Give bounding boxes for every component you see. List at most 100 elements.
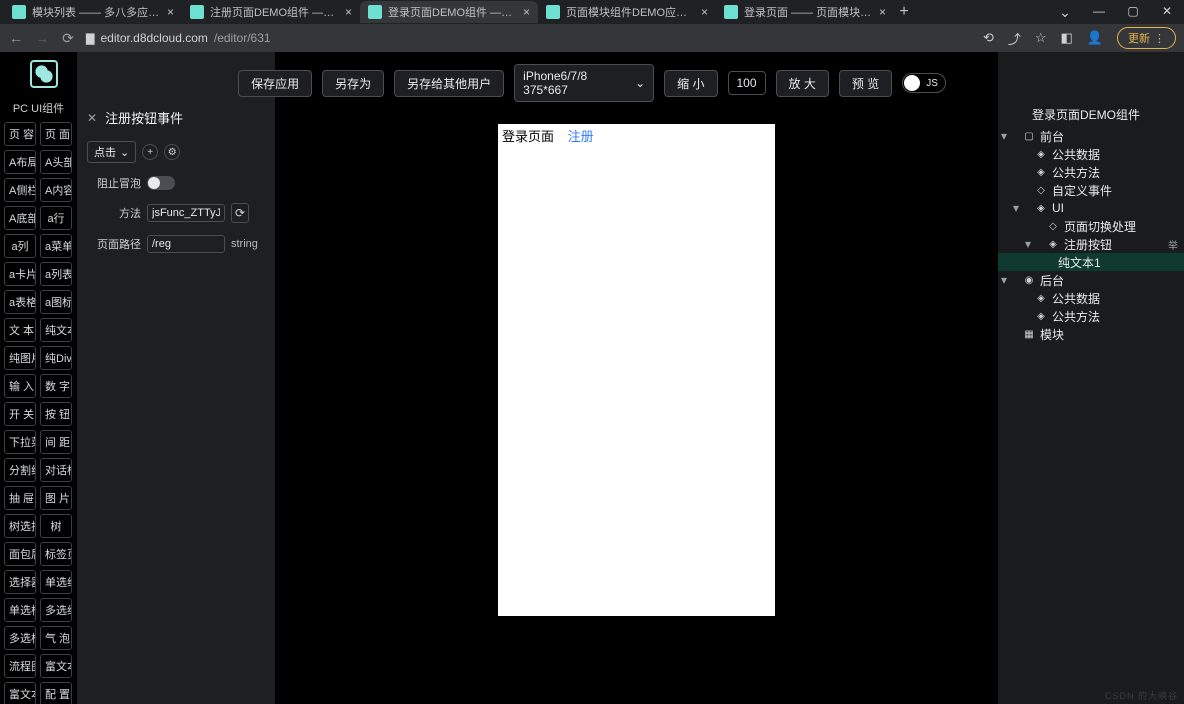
palette-chip[interactable]: a表格 xyxy=(4,290,36,314)
tree-node-text1[interactable]: 纯文本1 xyxy=(998,253,1184,271)
zoom-in-button[interactable]: 放 大 xyxy=(776,70,829,97)
palette-chip[interactable]: 树 xyxy=(40,514,72,538)
close-icon[interactable]: ✕ xyxy=(87,111,97,125)
palette-chip[interactable]: 输 入 xyxy=(4,374,36,398)
browser-tab-active[interactable]: 登录页面DEMO组件 —— 多八多× xyxy=(360,1,538,23)
tree-node-custom-event[interactable]: ◇自定义事件 xyxy=(998,181,1184,199)
forward-icon[interactable]: → xyxy=(34,30,50,46)
chevron-down-icon[interactable]: ⌄ xyxy=(1048,4,1082,21)
device-frame[interactable]: 登录页面 注册 xyxy=(498,124,775,616)
panel-icon[interactable]: ◧ xyxy=(1061,30,1073,46)
palette-chip[interactable]: 多选组 xyxy=(40,598,72,622)
palette-chip[interactable]: 树选择 xyxy=(4,514,36,538)
close-icon[interactable]: × xyxy=(701,5,708,19)
save-button[interactable]: 保存应用 xyxy=(238,70,312,97)
palette-chip[interactable]: 标签页 xyxy=(40,542,72,566)
tree-node-register-button[interactable]: ▾◈注册按钮举 xyxy=(998,235,1184,253)
palette-chip[interactable]: 数 字 xyxy=(40,374,72,398)
palette-chip[interactable]: 选择器 xyxy=(4,570,36,594)
palette-chip[interactable]: 分割线 xyxy=(4,458,36,482)
update-button[interactable]: 更新⋮ xyxy=(1117,27,1176,49)
url-box[interactable]: ▇ editor.d8dcloud.com/editor/631 xyxy=(86,31,906,45)
star-icon[interactable]: ☆ xyxy=(1035,30,1047,46)
palette-chip[interactable]: a列表 xyxy=(40,262,72,286)
palette-chip[interactable]: 间 距 xyxy=(40,430,72,454)
palette-chip[interactable]: 单选框 xyxy=(4,598,36,622)
zoom-out-button[interactable]: 缩 小 xyxy=(664,70,717,97)
palette-chip[interactable]: A底部 xyxy=(4,206,36,230)
palette-chip[interactable]: a图标 xyxy=(40,290,72,314)
palette-chip[interactable]: 页 容 xyxy=(4,122,36,146)
refresh-icon[interactable]: ⟳ xyxy=(231,203,249,223)
twist-icon[interactable]: ▾ xyxy=(998,129,1010,143)
tree-node-b-public-method[interactable]: ◈公共方法 xyxy=(998,307,1184,325)
tree-node-frontend[interactable]: ▾▢前台 xyxy=(998,127,1184,145)
twist-icon[interactable]: ▾ xyxy=(1022,237,1034,251)
twist-icon[interactable]: ▾ xyxy=(1010,201,1022,215)
canvas-register-link[interactable]: 注册 xyxy=(568,129,594,144)
maximize-icon[interactable]: ▢ xyxy=(1116,4,1150,21)
close-window-icon[interactable]: ✕ xyxy=(1150,4,1184,21)
palette-chip[interactable]: 开 关 xyxy=(4,402,36,426)
translate-icon[interactable]: ⟲ xyxy=(983,30,994,46)
palette-chip[interactable]: 纯Div xyxy=(40,346,72,370)
preview-button[interactable]: 预 览 xyxy=(839,70,892,97)
palette-chip[interactable]: a菜单 xyxy=(40,234,72,258)
palette-chip[interactable]: 按 钮 xyxy=(40,402,72,426)
palette-chip[interactable]: 气 泡 xyxy=(40,626,72,650)
settings-icon[interactable]: ⚙ xyxy=(164,144,180,160)
palette-chip[interactable]: A内容 xyxy=(40,178,72,202)
save-other-button[interactable]: 另存给其他用户 xyxy=(394,70,504,97)
outline-root[interactable]: 登录页面DEMO组件 xyxy=(998,100,1184,127)
palette-chip[interactable]: 对话框 xyxy=(40,458,72,482)
new-tab-button[interactable]: + xyxy=(894,3,914,21)
palette-chip[interactable]: A头部 xyxy=(40,150,72,174)
close-icon[interactable]: × xyxy=(523,5,530,19)
palette-chip[interactable]: 图 片 xyxy=(40,486,72,510)
close-icon[interactable]: × xyxy=(879,5,886,19)
tree-node-module[interactable]: ▦模块 xyxy=(998,325,1184,343)
palette-chip[interactable]: 多选框 xyxy=(4,626,36,650)
back-icon[interactable]: ← xyxy=(8,30,24,46)
method-input[interactable] xyxy=(147,204,225,222)
browser-tab[interactable]: 页面模块组件DEMO应用 —— 多× xyxy=(538,1,716,23)
palette-chip[interactable]: 文 本 xyxy=(4,318,36,342)
browser-tab[interactable]: 注册页面DEMO组件 —— 多八× xyxy=(182,1,360,23)
palette-chip[interactable]: 单选组 xyxy=(40,570,72,594)
palette-chip[interactable]: a行 xyxy=(40,206,72,230)
palette-chip[interactable]: 面包屑 xyxy=(4,542,36,566)
palette-chip[interactable]: 流程图 xyxy=(4,654,36,678)
browser-tab[interactable]: 模块列表 —— 多八多应用组件拼× xyxy=(4,1,182,23)
palette-chip[interactable]: 页 面 xyxy=(40,122,72,146)
tree-node-page-switch[interactable]: ◇页面切换处理 xyxy=(998,217,1184,235)
trigger-select[interactable]: 点击⌄ xyxy=(87,141,136,163)
palette-chip[interactable]: 下拉菜 xyxy=(4,430,36,454)
tree-node-b-public-data[interactable]: ◈公共数据 xyxy=(998,289,1184,307)
route-input[interactable] xyxy=(147,235,225,253)
palette-chip[interactable]: a列 xyxy=(4,234,36,258)
palette-chip[interactable]: a卡片 xyxy=(4,262,36,286)
palette-chip[interactable]: 纯图片 xyxy=(4,346,36,370)
palette-chip[interactable]: 抽 屉 xyxy=(4,486,36,510)
tree-node-public-data[interactable]: ◈公共数据 xyxy=(998,145,1184,163)
palette-chip[interactable]: A布局 xyxy=(4,150,36,174)
browser-tab[interactable]: 登录页面 —— 页面模块组件DEM× xyxy=(716,1,894,23)
share-icon[interactable]: ⤴ xyxy=(1008,29,1021,48)
palette-chip[interactable]: A侧栏 xyxy=(4,178,36,202)
stop-propagation-toggle[interactable] xyxy=(147,176,175,190)
close-icon[interactable]: × xyxy=(167,5,174,19)
minimize-icon[interactable]: — xyxy=(1082,4,1116,21)
js-toggle[interactable]: JS xyxy=(902,73,946,93)
palette-chip[interactable]: 配 置 xyxy=(40,682,72,704)
twist-icon[interactable]: ▾ xyxy=(998,273,1010,287)
tree-node-backend[interactable]: ▾◉后台 xyxy=(998,271,1184,289)
palette-chip[interactable]: 富文本I xyxy=(4,682,36,704)
palette-chip[interactable]: 富文本 xyxy=(40,654,72,678)
add-icon[interactable]: + xyxy=(142,144,158,160)
tree-node-ui[interactable]: ▾◈UI xyxy=(998,199,1184,217)
tree-node-public-method[interactable]: ◈公共方法 xyxy=(998,163,1184,181)
saveas-button[interactable]: 另存为 xyxy=(322,70,384,97)
close-icon[interactable]: × xyxy=(345,5,352,19)
palette-chip[interactable]: 纯文本 xyxy=(40,318,72,342)
device-select[interactable]: iPhone6/7/8 375*667⌄ xyxy=(514,64,654,102)
